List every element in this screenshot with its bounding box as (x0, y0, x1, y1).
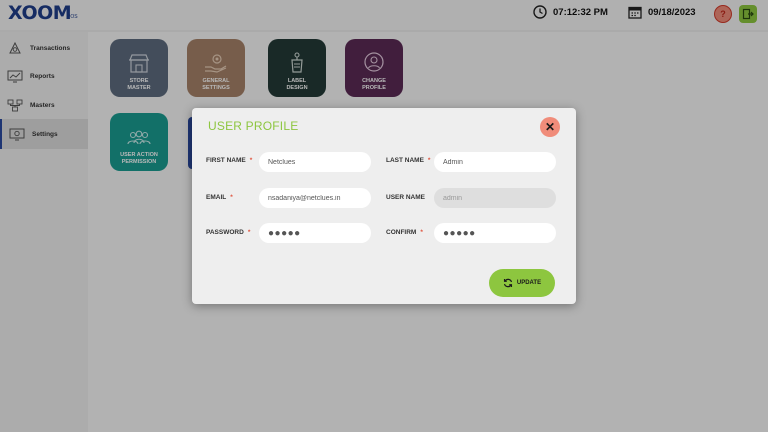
last-name-label: LAST NAME * (386, 157, 431, 164)
update-label: UPDATE (516, 280, 542, 286)
user-profile-modal: USER PROFILE ✕ FIRST NAME* LAST NAME* EM… (192, 108, 576, 304)
confirm-label: CONFIRM * (386, 229, 423, 236)
confirm-mask: ●●●●● (443, 227, 476, 239)
modal-title: USER PROFILE (208, 119, 299, 133)
email-field[interactable] (259, 188, 371, 208)
refresh-icon (503, 278, 512, 288)
password-label: PASSWORD * (206, 229, 251, 236)
update-button[interactable]: UPDATE (489, 269, 555, 297)
email-label: EMAIL * (206, 194, 233, 201)
first-name-field[interactable] (259, 152, 371, 172)
close-icon: ✕ (544, 120, 556, 134)
close-button[interactable]: ✕ (540, 117, 560, 137)
user-name-field (434, 188, 556, 208)
first-name-label: FIRST NAME * (206, 157, 253, 164)
confirm-password-field[interactable]: ●●●●● (434, 223, 556, 243)
password-mask: ●●●●● (268, 227, 301, 239)
password-field[interactable]: ●●●●● (259, 223, 371, 243)
user-name-label: USER NAME (386, 194, 426, 201)
last-name-field[interactable] (434, 152, 556, 172)
